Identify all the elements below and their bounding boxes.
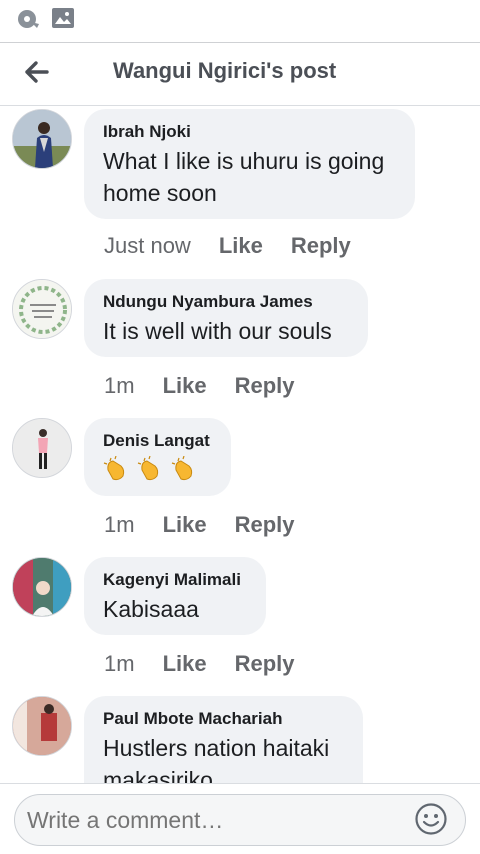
- like-button[interactable]: Like: [219, 233, 263, 258]
- comment-author[interactable]: Ibrah Njoki: [103, 121, 395, 143]
- reply-button[interactable]: Reply: [235, 512, 295, 537]
- avatar-image: [13, 419, 71, 477]
- avatar-image: [13, 558, 71, 616]
- sync-icon: [18, 10, 39, 28]
- comment-bubble[interactable]: Denis Langat: [84, 418, 231, 496]
- clapping-hands-icon: [137, 456, 159, 481]
- like-button[interactable]: Like: [163, 651, 207, 676]
- back-arrow-icon[interactable]: [18, 55, 54, 91]
- image-icon: [52, 8, 74, 28]
- comment-author[interactable]: Denis Langat: [103, 430, 211, 452]
- reply-button[interactable]: Reply: [291, 233, 351, 258]
- avatar[interactable]: [12, 418, 72, 478]
- comment-input[interactable]: [14, 794, 466, 846]
- comment-bubble[interactable]: Ndungu Nyambura James It is well with ou…: [84, 279, 368, 357]
- clapping-hands-icon: [103, 456, 125, 481]
- comment-meta: 1m Like Reply: [104, 512, 323, 538]
- comment-text: Kabisaaa: [103, 596, 199, 622]
- comment-emoji: [103, 456, 211, 482]
- reply-button[interactable]: Reply: [235, 373, 295, 398]
- status-bar: [0, 0, 480, 36]
- comment-time: 1m: [104, 373, 135, 398]
- comment-time: 1m: [104, 651, 135, 676]
- avatar[interactable]: [12, 557, 72, 617]
- comment-meta: 1m Like Reply: [104, 373, 323, 399]
- avatar[interactable]: [12, 279, 72, 339]
- comment-time: Just now: [104, 233, 191, 258]
- avatar-image: [13, 110, 71, 168]
- like-button[interactable]: Like: [163, 373, 207, 398]
- comment-author[interactable]: Kagenyi Malimali: [103, 569, 246, 591]
- avatar-image: [13, 697, 71, 755]
- comment-bubble[interactable]: Ibrah Njoki What I like is uhuru is goin…: [84, 109, 415, 219]
- avatar-image: [13, 280, 71, 338]
- comment-composer: [0, 783, 480, 854]
- comment-time: 1m: [104, 512, 135, 537]
- avatar[interactable]: [12, 109, 72, 169]
- header-bar: Wangui Ngirici's post: [0, 42, 480, 106]
- smiley-icon[interactable]: [414, 802, 448, 836]
- comment-text: It is well with our souls: [103, 318, 332, 344]
- comment-text: Hustlers nation haitaki makasiriko: [103, 735, 330, 783]
- comments-list: Ibrah Njoki What I like is uhuru is goin…: [0, 107, 480, 783]
- comment-bubble[interactable]: Kagenyi Malimali Kabisaaa: [84, 557, 266, 635]
- like-button[interactable]: Like: [163, 512, 207, 537]
- comment-meta: Just now Like Reply: [104, 233, 379, 259]
- page-title: Wangui Ngirici's post: [113, 58, 337, 83]
- reply-button[interactable]: Reply: [235, 651, 295, 676]
- comment-meta: 1m Like Reply: [104, 651, 323, 677]
- comment-author[interactable]: Paul Mbote Machariah: [103, 708, 343, 730]
- comment-bubble[interactable]: Paul Mbote Machariah Hustlers nation hai…: [84, 696, 363, 783]
- clapping-hands-icon: [171, 456, 193, 481]
- avatar[interactable]: [12, 696, 72, 756]
- comment-author[interactable]: Ndungu Nyambura James: [103, 291, 348, 313]
- comment-text: What I like is uhuru is going home soon: [103, 148, 385, 206]
